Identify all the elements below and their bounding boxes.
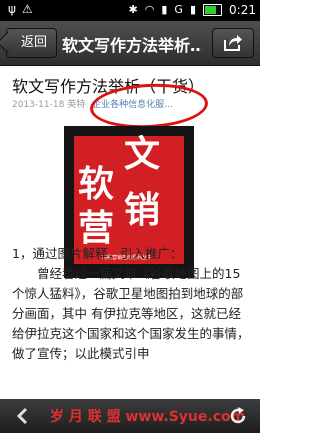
back-arrow-icon[interactable] — [14, 407, 32, 425]
body-paragraph: 曾经看过一篇文章《谷歌地图上的15个惊人猛料》，谷歌卫星地图拍到地球的部分画面，… — [12, 266, 250, 361]
back-button-label: 返回 — [21, 35, 48, 50]
app-header: 返回 软文写作方法举析… — [0, 21, 260, 66]
bluetooth-icon: ✱ — [128, 3, 138, 16]
cover-word: 销 — [124, 190, 161, 231]
watermark-text: 岁 月 联 盟 www.Syue.com — [50, 409, 246, 425]
cover-word: 文 — [124, 134, 161, 175]
share-button[interactable] — [212, 28, 254, 58]
status-right-icons: ✱ ◠ ▮ G ▮ — [129, 3, 222, 16]
status-time: 0:21 — [229, 3, 256, 17]
section-heading: 1，通过图片解释，引入推广： — [12, 246, 183, 261]
signal-icon: ▮ — [161, 3, 168, 16]
battery-icon — [203, 3, 222, 16]
article-author: 英特 — [67, 100, 86, 110]
status-left-icons: ψ⚠ — [8, 2, 39, 16]
refresh-icon[interactable] — [228, 406, 248, 426]
cover-word: 软 — [78, 164, 115, 205]
article-body: 1，通过图片解释，引入推广： 曾经看过一篇文章《谷歌地图上的15个惊人猛料》，谷… — [12, 244, 252, 364]
back-button[interactable]: 返回 — [6, 28, 58, 58]
usb-icon: ψ — [8, 2, 22, 16]
article-content[interactable]: 软文写作方法举析（干货） 2013-11-18 英特 企业各种信息化服… 软 文… — [0, 66, 260, 399]
signal-icon: ▮ — [189, 3, 196, 16]
bottom-toolbar: 岁 月 联 盟 www.Syue.com — [0, 399, 260, 433]
wifi-icon: ◠ — [144, 3, 155, 16]
share-icon — [224, 35, 242, 51]
article-date: 2013-11-18 — [12, 100, 65, 110]
page-title: 软文写作方法举析… — [62, 36, 202, 55]
cover-word: 营 — [78, 208, 115, 249]
debug-icon: ⚠ — [21, 2, 39, 16]
status-bar: ψ⚠ ✱ ◠ ▮ G ▮ 0:21 — [0, 0, 260, 21]
network-g-icon: G — [174, 3, 183, 16]
